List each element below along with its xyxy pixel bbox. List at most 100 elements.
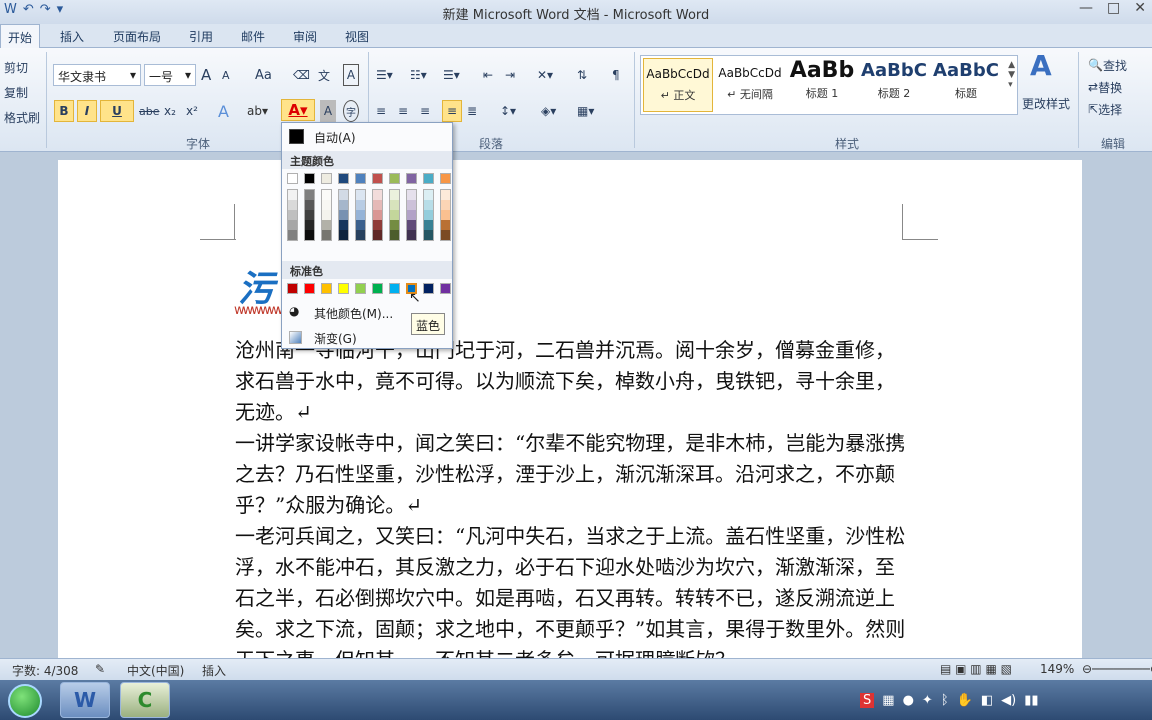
- standard-color-swatch[interactable]: [321, 283, 332, 294]
- theme-color-swatch[interactable]: [321, 173, 332, 184]
- standard-color-swatch[interactable]: [287, 283, 298, 294]
- theme-color-swatch[interactable]: [372, 173, 383, 184]
- tab-view[interactable]: 视图: [345, 28, 369, 45]
- standard-color-swatch[interactable]: [338, 283, 349, 294]
- standard-color-swatch[interactable]: [389, 283, 400, 294]
- gallery-scroll-icon[interactable]: ▲ ▼ ▾: [1008, 60, 1015, 90]
- grow-font-button[interactable]: A: [201, 64, 211, 86]
- change-case-button[interactable]: Aa: [255, 64, 272, 86]
- increase-indent-icon[interactable]: ⇥: [505, 64, 515, 86]
- theme-tint-column[interactable]: [406, 189, 417, 241]
- font-size-select[interactable]: 一号 ▾: [144, 64, 196, 86]
- font-name-select[interactable]: 华文隶书 ▾: [53, 64, 141, 86]
- tray-icon[interactable]: ✋: [957, 693, 973, 708]
- theme-tint-column[interactable]: [338, 189, 349, 241]
- camtasia-taskbar-icon[interactable]: C: [120, 682, 170, 718]
- start-button[interactable]: [8, 684, 42, 718]
- italic-button[interactable]: I: [77, 100, 97, 122]
- change-styles-button[interactable]: 更改样式: [1022, 92, 1070, 114]
- copy-button[interactable]: 复制: [4, 81, 28, 103]
- theme-color-swatch[interactable]: [355, 173, 366, 184]
- tab-review[interactable]: 审阅: [293, 28, 317, 45]
- shrink-font-button[interactable]: A: [222, 64, 230, 86]
- document-page[interactable]: 污 wwwwwwwww 沧州南一寺临河干，山门圮于河，二石兽并沉焉。阅十余岁，僧…: [58, 160, 1082, 672]
- theme-color-swatch[interactable]: [304, 173, 315, 184]
- character-shading-icon[interactable]: A: [320, 100, 336, 122]
- subscript-button[interactable]: x₂: [164, 100, 176, 122]
- clear-format-icon[interactable]: ⌫: [293, 64, 310, 86]
- align-left-icon[interactable]: ≡: [376, 100, 386, 122]
- language-indicator[interactable]: 中文(中国): [127, 662, 184, 679]
- find-button[interactable]: 🔍 查找: [1088, 54, 1127, 76]
- distributed-icon[interactable]: ≣: [467, 100, 477, 122]
- theme-tint-column[interactable]: [355, 189, 366, 241]
- tab-page-layout[interactable]: 页面布局: [113, 28, 161, 45]
- standard-color-swatch[interactable]: [372, 283, 383, 294]
- multilevel-list-icon[interactable]: ☰▾: [443, 64, 460, 86]
- tray-icon[interactable]: ●: [903, 693, 914, 708]
- borders-icon[interactable]: ▦▾: [577, 100, 594, 122]
- volume-icon[interactable]: ◀): [1001, 693, 1016, 708]
- theme-tint-column[interactable]: [372, 189, 383, 241]
- style-no-spacing[interactable]: AaBbCcDd ↵ 无间隔: [715, 58, 785, 112]
- show-marks-icon[interactable]: ¶: [612, 64, 620, 86]
- change-styles-icon[interactable]: A: [1030, 49, 1052, 82]
- asian-layout-icon[interactable]: ✕▾: [537, 64, 553, 86]
- theme-color-swatch[interactable]: [440, 173, 451, 184]
- theme-color-swatch[interactable]: [406, 173, 417, 184]
- style-normal[interactable]: AaBbCcDd ↵ 正文: [643, 58, 713, 112]
- paragraph[interactable]: 一讲学家设帐寺中，闻之笑曰：“尔辈不能究物理，是非木杮，岂能为暴涨携之去？乃石性…: [235, 428, 907, 521]
- select-button[interactable]: ⇱ 选择: [1088, 98, 1122, 120]
- tray-icon[interactable]: ◧: [981, 693, 993, 708]
- view-buttons-icon[interactable]: ▤ ▣ ▥ ▦ ▧: [940, 662, 1012, 676]
- theme-tint-column[interactable]: [440, 189, 451, 241]
- word-count[interactable]: 字数: 4/308: [12, 662, 78, 679]
- tray-icon[interactable]: ▦: [882, 693, 894, 708]
- replace-button[interactable]: ⇄ 替换: [1088, 76, 1122, 98]
- bold-button[interactable]: B: [54, 100, 74, 122]
- insert-mode[interactable]: 插入: [202, 662, 226, 679]
- style-heading-2[interactable]: AaBbC 标题 2: [859, 58, 929, 112]
- theme-color-swatch[interactable]: [423, 173, 434, 184]
- auto-color-item[interactable]: 自动(A): [286, 127, 450, 147]
- line-spacing-icon[interactable]: ↕▾: [500, 100, 516, 122]
- network-icon[interactable]: ▮▮: [1024, 693, 1038, 708]
- zoom-slider[interactable]: ⊖────────⊕: [1082, 662, 1152, 676]
- strikethrough-button[interactable]: abe: [139, 100, 160, 122]
- theme-color-swatch[interactable]: [389, 173, 400, 184]
- font-color-button[interactable]: A▾: [281, 99, 315, 121]
- theme-tint-column[interactable]: [321, 189, 332, 241]
- align-right-icon[interactable]: ≡: [420, 100, 430, 122]
- shading-icon[interactable]: ◈▾: [541, 100, 556, 122]
- tab-mailings[interactable]: 邮件: [241, 28, 265, 45]
- paragraph[interactable]: 一老河兵闻之，又笑曰：“凡河中失石，当求之于上流。盖石性坚重，沙性松浮，水不能冲…: [235, 521, 907, 676]
- zoom-level[interactable]: 149%: [1040, 662, 1074, 676]
- tray-icon[interactable]: ✦: [922, 693, 933, 708]
- phonetic-guide-icon[interactable]: 文: [318, 64, 330, 86]
- proofing-icon[interactable]: ✎: [95, 662, 105, 676]
- underline-button[interactable]: U: [100, 100, 134, 122]
- theme-color-swatch[interactable]: [287, 173, 298, 184]
- highlight-color-icon[interactable]: ab▾: [247, 100, 268, 122]
- justify-icon[interactable]: ≡: [442, 100, 462, 122]
- tab-references[interactable]: 引用: [189, 28, 213, 45]
- close-button[interactable]: ✕: [1134, 0, 1146, 16]
- minimize-button[interactable]: —: [1079, 0, 1093, 16]
- decrease-indent-icon[interactable]: ⇤: [483, 64, 493, 86]
- enclose-characters-icon[interactable]: 字: [343, 100, 359, 122]
- maximize-button[interactable]: □: [1107, 0, 1120, 16]
- input-method-icon[interactable]: S: [860, 692, 875, 708]
- standard-color-swatch[interactable]: [423, 283, 434, 294]
- word-taskbar-icon[interactable]: W: [60, 682, 110, 718]
- superscript-button[interactable]: x²: [186, 100, 198, 122]
- align-center-icon[interactable]: ≡: [398, 100, 408, 122]
- format-painter-button[interactable]: 格式刷: [4, 106, 40, 128]
- theme-tint-column[interactable]: [287, 189, 298, 241]
- theme-color-swatch[interactable]: [338, 173, 349, 184]
- tab-insert[interactable]: 插入: [60, 28, 84, 45]
- character-border-icon[interactable]: A: [343, 64, 359, 86]
- tab-home[interactable]: 开始: [0, 24, 41, 48]
- theme-tint-column[interactable]: [423, 189, 434, 241]
- text-effects-icon[interactable]: A: [218, 100, 229, 122]
- numbering-icon[interactable]: ☷▾: [410, 64, 427, 86]
